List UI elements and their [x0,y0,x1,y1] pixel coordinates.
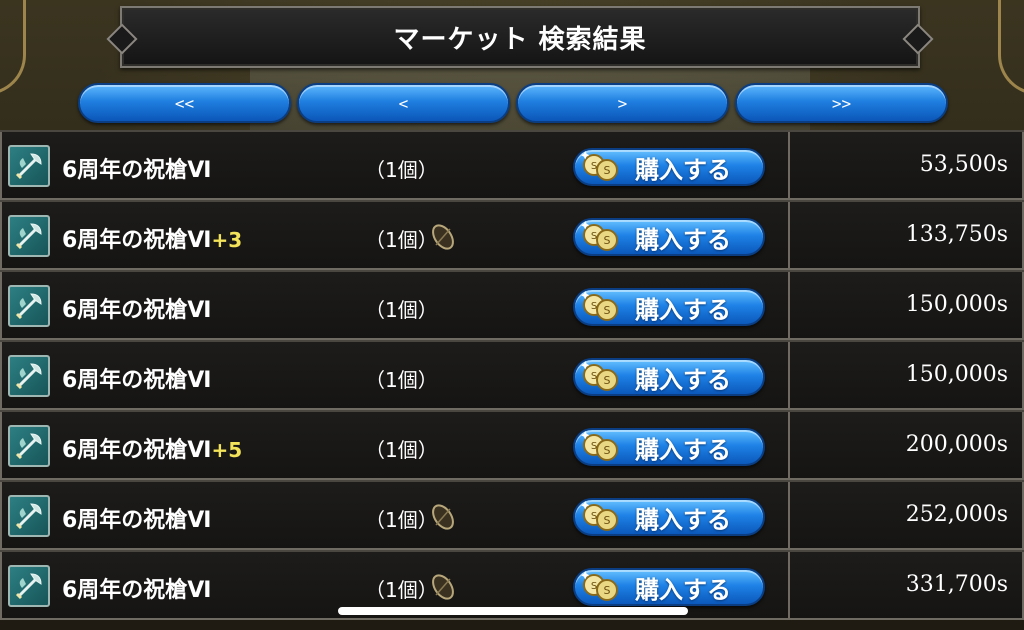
item-price: 150,000s [905,362,1008,387]
item-price: 150,000s [905,292,1008,317]
item-name-text: 6周年の祝槍Ⅵ [62,578,212,603]
item-price: 200,000s [905,432,1008,457]
svg-text:S: S [604,374,611,387]
seed-icon [428,573,458,601]
axe-icon[interactable] [8,215,50,257]
axe-icon[interactable] [8,145,50,187]
buy-button-label: 購入する [635,225,731,254]
buy-button-label: 購入する [635,575,731,604]
svg-text:S: S [604,304,611,317]
svg-text:S: S [604,164,611,177]
home-indicator [338,607,688,615]
pagination: << < > >> [78,83,950,125]
buy-button-label: 購入する [635,295,731,324]
buy-button[interactable]: SS 購入する [573,428,765,466]
axe-icon[interactable] [8,355,50,397]
coin-icon: SS [581,221,621,253]
buy-button[interactable]: SS 購入する [573,288,765,326]
buy-button-label: 購入する [635,435,731,464]
svg-text:S: S [591,231,597,242]
list-item: 6周年の祝槍Ⅵ+3 （1個） SS 購入する 133,750s [0,200,1024,270]
item-price: 252,000s [905,502,1008,527]
next-page-button[interactable]: > [516,83,729,123]
svg-text:S: S [591,161,597,172]
coin-icon: SS [581,571,621,603]
item-quantity: （1個） [365,298,438,322]
coin-icon: SS [581,361,621,393]
buy-button[interactable]: SS 購入する [573,218,765,256]
title-bar: マーケット 検索結果 [120,6,920,68]
item-price: 331,700s [905,572,1008,597]
item-name: 6周年の祝槍Ⅵ [62,152,212,184]
item-price: 53,500s [919,152,1008,177]
svg-text:S: S [591,301,597,312]
buy-button[interactable]: SS 購入する [573,358,765,396]
item-name-text: 6周年の祝槍Ⅵ [62,438,212,463]
item-plus-level: +3 [211,228,243,252]
item-name-text: 6周年の祝槍Ⅵ [62,508,212,533]
list-item: 6周年の祝槍Ⅵ （1個） SS 購入する 252,000s [0,480,1024,550]
coin-icon: SS [581,151,621,183]
item-name-text: 6周年の祝槍Ⅵ [62,228,212,253]
buy-button[interactable]: SS 購入する [573,568,765,606]
seed-icon [428,503,458,531]
axe-icon[interactable] [8,495,50,537]
last-page-button[interactable]: >> [735,83,948,123]
item-quantity: （1個） [365,228,438,252]
buy-button[interactable]: SS 購入する [573,498,765,536]
item-quantity: （1個） [365,438,438,462]
item-quantity: （1個） [365,158,438,182]
svg-text:S: S [604,444,611,457]
list-item: 6周年の祝槍Ⅵ （1個） SS 購入する 150,000s [0,340,1024,410]
item-name: 6周年の祝槍Ⅵ [62,572,212,604]
item-name-text: 6周年の祝槍Ⅵ [62,158,212,183]
svg-text:S: S [604,584,611,597]
coin-icon: SS [581,291,621,323]
list-item: 6周年の祝槍Ⅵ （1個） SS 購入する 53,500s [0,130,1024,200]
svg-text:S: S [591,581,597,592]
axe-icon[interactable] [8,425,50,467]
buy-button-label: 購入する [635,155,731,184]
search-results-list: 6周年の祝槍Ⅵ （1個） SS 購入する 53,500s 6周年の祝槍Ⅵ+3 （… [0,130,1024,630]
item-name: 6周年の祝槍Ⅵ [62,502,212,534]
svg-text:S: S [604,234,611,247]
item-quantity: （1個） [365,508,438,532]
item-quantity: （1個） [365,578,438,602]
axe-icon[interactable] [8,565,50,607]
item-name: 6周年の祝槍Ⅵ+5 [62,432,242,464]
item-name: 6周年の祝槍Ⅵ+3 [62,222,242,254]
svg-text:S: S [591,441,597,452]
page-title: マーケット 検索結果 [393,24,647,55]
coin-icon: SS [581,431,621,463]
item-name-text: 6周年の祝槍Ⅵ [62,298,212,323]
prev-page-button[interactable]: < [297,83,510,123]
seed-icon [428,223,458,251]
axe-icon[interactable] [8,285,50,327]
svg-text:S: S [591,371,597,382]
buy-button-label: 購入する [635,365,731,394]
svg-text:S: S [604,514,611,527]
svg-text:S: S [591,511,597,522]
buy-button-label: 購入する [635,505,731,534]
item-price: 133,750s [905,222,1008,247]
item-name: 6周年の祝槍Ⅵ [62,362,212,394]
coin-icon: SS [581,501,621,533]
item-quantity: （1個） [365,368,438,392]
list-item: 6周年の祝槍Ⅵ+5 （1個） SS 購入する 200,000s [0,410,1024,480]
item-name-text: 6周年の祝槍Ⅵ [62,368,212,393]
list-item: 6周年の祝槍Ⅵ （1個） SS 購入する 150,000s [0,270,1024,340]
buy-button[interactable]: SS 購入する [573,148,765,186]
item-plus-level: +5 [211,438,243,462]
item-name: 6周年の祝槍Ⅵ [62,292,212,324]
first-page-button[interactable]: << [78,83,291,123]
